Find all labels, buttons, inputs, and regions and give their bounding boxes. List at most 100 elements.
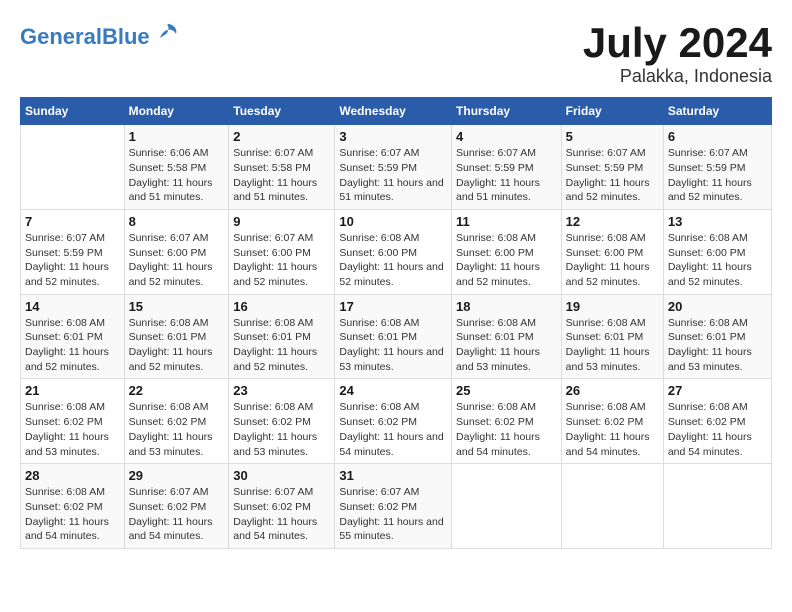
day-info: Sunrise: 6:08 AMSunset: 6:01 PMDaylight:… [566,316,659,375]
calendar-cell: 30 Sunrise: 6:07 AMSunset: 6:02 PMDayligh… [229,464,335,549]
week-row-3: 14 Sunrise: 6:08 AMSunset: 6:01 PMDayligh… [21,294,772,379]
page-header: GeneralBlue July 2024 Palakka, Indonesia [20,20,772,87]
subtitle: Palakka, Indonesia [583,66,772,87]
day-number: 9 [233,214,330,229]
calendar-cell [663,464,771,549]
day-number: 4 [456,129,557,144]
logo-text: GeneralBlue [20,26,150,48]
calendar-cell: 29 Sunrise: 6:07 AMSunset: 6:02 PMDayligh… [124,464,229,549]
day-info: Sunrise: 6:07 AMSunset: 6:02 PMDaylight:… [339,485,447,544]
calendar-cell: 8 Sunrise: 6:07 AMSunset: 6:00 PMDaylight… [124,209,229,294]
day-number: 7 [25,214,120,229]
day-number: 19 [566,299,659,314]
calendar-cell: 9Sunrise: 6:07 AMSunset: 6:00 PMDaylight… [229,209,335,294]
day-number: 27 [668,383,767,398]
day-info: Sunrise: 6:06 AMSunset: 5:58 PMDaylight:… [129,146,225,205]
week-row-1: 1 Sunrise: 6:06 AMSunset: 5:58 PMDaylight… [21,125,772,210]
day-number: 29 [129,468,225,483]
calendar-cell: 15Sunrise: 6:08 AMSunset: 6:01 PMDayligh… [124,294,229,379]
day-info: Sunrise: 6:08 AMSunset: 6:02 PMDaylight:… [339,400,447,459]
day-number: 26 [566,383,659,398]
weekday-header-thursday: Thursday [452,98,562,125]
day-info: Sunrise: 6:08 AMSunset: 6:00 PMDaylight:… [339,231,447,290]
day-info: Sunrise: 6:07 AMSunset: 5:59 PMDaylight:… [25,231,120,290]
day-number: 10 [339,214,447,229]
calendar-cell: 1 Sunrise: 6:06 AMSunset: 5:58 PMDaylight… [124,125,229,210]
calendar-cell: 21Sunrise: 6:08 AMSunset: 6:02 PMDayligh… [21,379,125,464]
day-info: Sunrise: 6:07 AMSunset: 6:00 PMDaylight:… [129,231,225,290]
day-number: 28 [25,468,120,483]
day-number: 22 [129,383,225,398]
day-number: 6 [668,129,767,144]
day-info: Sunrise: 6:08 AMSunset: 6:02 PMDaylight:… [456,400,557,459]
weekday-header-monday: Monday [124,98,229,125]
day-info: Sunrise: 6:07 AMSunset: 5:59 PMDaylight:… [456,146,557,205]
day-info: Sunrise: 6:08 AMSunset: 6:01 PMDaylight:… [25,316,120,375]
day-number: 11 [456,214,557,229]
day-info: Sunrise: 6:08 AMSunset: 6:01 PMDaylight:… [233,316,330,375]
day-number: 16 [233,299,330,314]
calendar-cell: 27 Sunrise: 6:08 AMSunset: 6:02 PMDayligh… [663,379,771,464]
calendar-cell: 5Sunrise: 6:07 AMSunset: 5:59 PMDaylight… [561,125,663,210]
day-info: Sunrise: 6:08 AMSunset: 6:01 PMDaylight:… [668,316,767,375]
calendar-cell: 31 Sunrise: 6:07 AMSunset: 6:02 PMDayligh… [335,464,452,549]
day-number: 1 [129,129,225,144]
calendar-cell: 19 Sunrise: 6:08 AMSunset: 6:01 PMDayligh… [561,294,663,379]
day-info: Sunrise: 6:08 AMSunset: 6:02 PMDaylight:… [233,400,330,459]
calendar-cell [452,464,562,549]
logo: GeneralBlue [20,20,182,53]
day-number: 17 [339,299,447,314]
day-info: Sunrise: 6:08 AMSunset: 6:02 PMDaylight:… [668,400,767,459]
day-number: 30 [233,468,330,483]
calendar-cell: 3 Sunrise: 6:07 AMSunset: 5:59 PMDaylight… [335,125,452,210]
calendar-cell: 18 Sunrise: 6:08 AMSunset: 6:01 PMDayligh… [452,294,562,379]
day-info: Sunrise: 6:08 AMSunset: 6:00 PMDaylight:… [456,231,557,290]
day-number: 5 [566,129,659,144]
day-number: 15 [129,299,225,314]
day-number: 25 [456,383,557,398]
calendar-cell: 7 Sunrise: 6:07 AMSunset: 5:59 PMDaylight… [21,209,125,294]
day-number: 13 [668,214,767,229]
weekday-header-row: SundayMondayTuesdayWednesdayThursdayFrid… [21,98,772,125]
calendar-cell: 25 Sunrise: 6:08 AMSunset: 6:02 PMDayligh… [452,379,562,464]
calendar-cell: 20 Sunrise: 6:08 AMSunset: 6:01 PMDayligh… [663,294,771,379]
day-number: 18 [456,299,557,314]
calendar-cell: 22 Sunrise: 6:08 AMSunset: 6:02 PMDayligh… [124,379,229,464]
calendar-cell: 10 Sunrise: 6:08 AMSunset: 6:00 PMDayligh… [335,209,452,294]
day-info: Sunrise: 6:07 AMSunset: 5:58 PMDaylight:… [233,146,330,205]
calendar-cell: 14 Sunrise: 6:08 AMSunset: 6:01 PMDayligh… [21,294,125,379]
day-number: 12 [566,214,659,229]
calendar-cell: 6 Sunrise: 6:07 AMSunset: 5:59 PMDaylight… [663,125,771,210]
weekday-header-tuesday: Tuesday [229,98,335,125]
day-info: Sunrise: 6:08 AMSunset: 6:00 PMDaylight:… [668,231,767,290]
title-block: July 2024 Palakka, Indonesia [583,20,772,87]
day-info: Sunrise: 6:07 AMSunset: 6:02 PMDaylight:… [233,485,330,544]
day-info: Sunrise: 6:07 AMSunset: 5:59 PMDaylight:… [339,146,447,205]
calendar-cell: 26Sunrise: 6:08 AMSunset: 6:02 PMDayligh… [561,379,663,464]
day-number: 24 [339,383,447,398]
calendar-cell: 11 Sunrise: 6:08 AMSunset: 6:00 PMDayligh… [452,209,562,294]
calendar-cell: 17 Sunrise: 6:08 AMSunset: 6:01 PMDayligh… [335,294,452,379]
day-number: 31 [339,468,447,483]
day-number: 8 [129,214,225,229]
day-info: Sunrise: 6:07 AMSunset: 5:59 PMDaylight:… [668,146,767,205]
day-number: 3 [339,129,447,144]
main-title: July 2024 [583,20,772,66]
day-info: Sunrise: 6:08 AMSunset: 6:02 PMDaylight:… [25,400,120,459]
day-info: Sunrise: 6:08 AMSunset: 6:01 PMDaylight:… [339,316,447,375]
day-info: Sunrise: 6:08 AMSunset: 6:01 PMDaylight:… [456,316,557,375]
calendar-table: SundayMondayTuesdayWednesdayThursdayFrid… [20,97,772,549]
calendar-cell: 16 Sunrise: 6:08 AMSunset: 6:01 PMDayligh… [229,294,335,379]
weekday-header-wednesday: Wednesday [335,98,452,125]
calendar-cell [561,464,663,549]
week-row-2: 7 Sunrise: 6:07 AMSunset: 5:59 PMDaylight… [21,209,772,294]
day-info: Sunrise: 6:08 AMSunset: 6:02 PMDaylight:… [129,400,225,459]
day-number: 23 [233,383,330,398]
weekday-header-saturday: Saturday [663,98,771,125]
day-info: Sunrise: 6:07 AMSunset: 6:02 PMDaylight:… [129,485,225,544]
week-row-4: 21Sunrise: 6:08 AMSunset: 6:02 PMDayligh… [21,379,772,464]
day-info: Sunrise: 6:08 AMSunset: 6:00 PMDaylight:… [566,231,659,290]
day-number: 20 [668,299,767,314]
day-number: 14 [25,299,120,314]
week-row-5: 28Sunrise: 6:08 AMSunset: 6:02 PMDayligh… [21,464,772,549]
